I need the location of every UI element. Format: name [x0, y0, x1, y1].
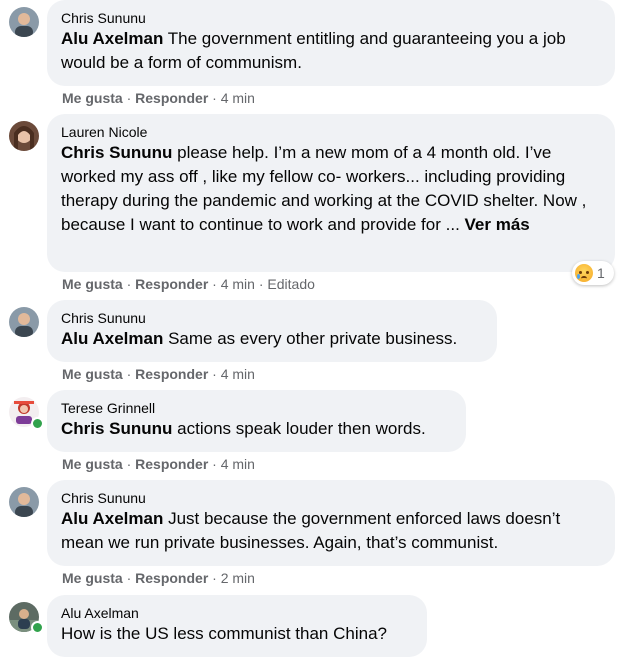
edited-label[interactable]: Editado [267, 276, 314, 292]
comment-timestamp[interactable]: 4 min [221, 90, 255, 106]
reaction-badge[interactable]: 1 [572, 261, 614, 285]
mention-link[interactable]: Alu Axelman [61, 329, 163, 348]
comment-text: How is the US less communist than China? [61, 624, 387, 643]
comment-actions: Me gusta · Responder · 4 min · Editado [62, 276, 315, 292]
comment-author[interactable]: Chris Sununu [61, 9, 601, 27]
comment-text: Chris Sununu actions speak louder then w… [61, 419, 426, 438]
comment-timestamp[interactable]: 2 min [221, 570, 255, 586]
comment-actions: Me gusta · Responder · 4 min [62, 90, 255, 106]
comment-author[interactable]: Lauren Nicole [61, 123, 601, 141]
reaction-count: 1 [597, 265, 605, 281]
comment-bubble: Chris Sununu Alu Axelman The government … [47, 0, 615, 86]
reply-button[interactable]: Responder [135, 570, 208, 586]
reply-button[interactable]: Responder [135, 90, 208, 106]
see-more-link[interactable]: Ver más [465, 215, 530, 234]
like-button[interactable]: Me gusta [62, 276, 123, 292]
comment-author[interactable]: Alu Axelman [61, 604, 413, 622]
avatar[interactable] [9, 121, 39, 151]
reply-button[interactable]: Responder [135, 366, 208, 382]
avatar[interactable] [9, 487, 39, 517]
comment-actions: Me gusta · Responder · 4 min [62, 456, 255, 472]
mention-link[interactable]: Chris Sununu [61, 419, 172, 438]
like-button[interactable]: Me gusta [62, 570, 123, 586]
comment-bubble: Chris Sununu Alu Axelman Same as every o… [47, 300, 497, 362]
comment-timestamp[interactable]: 4 min [221, 456, 255, 472]
comment-timestamp[interactable]: 4 min [221, 366, 255, 382]
like-button[interactable]: Me gusta [62, 456, 123, 472]
online-status-icon [31, 621, 44, 634]
comment-author[interactable]: Terese Grinnell [61, 399, 452, 417]
like-button[interactable]: Me gusta [62, 366, 123, 382]
comment-author[interactable]: Chris Sununu [61, 489, 601, 507]
comment-actions: Me gusta · Responder · 4 min [62, 366, 255, 382]
comment-text: Alu Axelman The government entitling and… [61, 29, 566, 72]
comment-actions: Me gusta · Responder · 2 min [62, 570, 255, 586]
comment-text: Alu Axelman Same as every other private … [61, 329, 458, 348]
sad-face-icon [575, 264, 593, 282]
mention-link[interactable]: Chris Sununu [61, 143, 172, 162]
mention-link[interactable]: Alu Axelman [61, 509, 163, 528]
comment-author[interactable]: Chris Sununu [61, 309, 483, 327]
comment-timestamp[interactable]: 4 min [221, 276, 255, 292]
avatar[interactable] [9, 307, 39, 337]
like-button[interactable]: Me gusta [62, 90, 123, 106]
comment-bubble: Terese Grinnell Chris Sununu actions spe… [47, 390, 466, 452]
comment-bubble: Chris Sununu Alu Axelman Just because th… [47, 480, 615, 566]
reply-button[interactable]: Responder [135, 456, 208, 472]
avatar[interactable] [9, 7, 39, 37]
comment-text: Alu Axelman Just because the government … [61, 509, 561, 552]
online-status-icon [31, 417, 44, 430]
comment-bubble: Alu Axelman How is the US less communist… [47, 595, 427, 657]
comment-text: Chris Sununu please help. I’m a new mom … [61, 143, 587, 234]
comment-bubble: Lauren Nicole Chris Sununu please help. … [47, 114, 615, 272]
reply-button[interactable]: Responder [135, 276, 208, 292]
mention-link[interactable]: Alu Axelman [61, 29, 163, 48]
